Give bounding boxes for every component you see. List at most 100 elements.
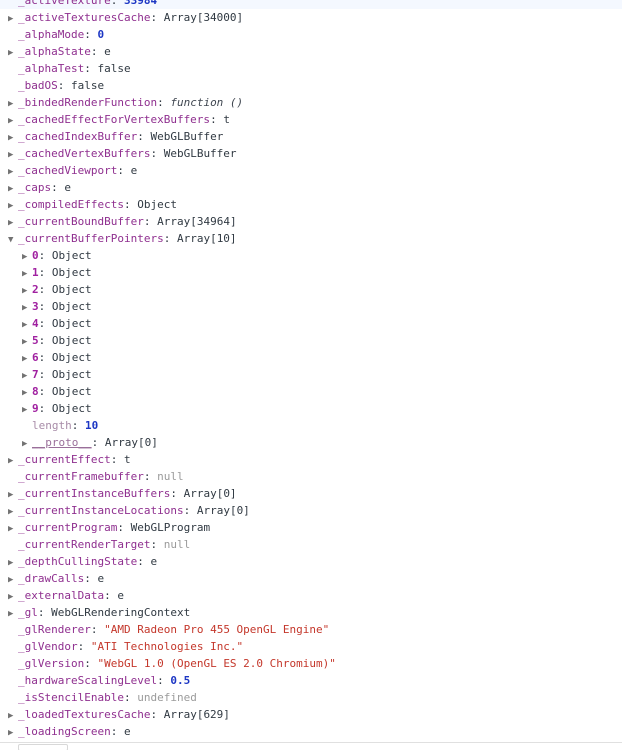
property-value[interactable]: "AMD Radeon Pro 455 OpenGL Engine" [104, 623, 329, 636]
property-value[interactable]: Array[0] [184, 487, 237, 500]
property-row[interactable]: ▶ 0: Object [0, 247, 622, 264]
property-value[interactable]: t [223, 113, 230, 126]
property-row[interactable]: ▶ _alphaState: e [0, 43, 622, 60]
property-row[interactable]: ▶ 5: Object [0, 332, 622, 349]
property-row[interactable]: ▶ 4: Object [0, 315, 622, 332]
property-value[interactable]: Object [52, 385, 92, 398]
property-key: _cachedViewport [18, 164, 118, 177]
property-row[interactable]: ▶ _currentInstanceBuffers: Array[0] [0, 485, 622, 502]
property-row[interactable]: ▶ __proto__: Array[0] [0, 434, 622, 451]
property-value[interactable]: 0.5 [170, 674, 190, 687]
property-value[interactable]: function () [170, 96, 243, 109]
property-value[interactable]: 10 [85, 419, 98, 432]
property-value[interactable]: e [117, 589, 124, 602]
horizontal-scrollbar[interactable] [0, 743, 622, 750]
property-row[interactable]: ▶ 1: Object [0, 264, 622, 281]
property-row[interactable]: ▶ 7: Object [0, 366, 622, 383]
property-value[interactable]: null [157, 470, 184, 483]
property-row[interactable]: ▶ _activeTexturesCache: Array[34000] [0, 9, 622, 26]
property-value[interactable]: Object [52, 402, 92, 415]
property-row[interactable]: ▶ _cachedIndexBuffer: WebGLBuffer [0, 128, 622, 145]
property-row[interactable]: ▶ _cachedVertexBuffers: WebGLBuffer [0, 145, 622, 162]
property-value[interactable]: Object [137, 198, 177, 211]
disclosure-triangle-expanded-icon[interactable]: ▼ [8, 232, 18, 249]
property-value[interactable]: Array[0] [197, 504, 250, 517]
property-value[interactable]: Object [52, 334, 92, 347]
property-value[interactable]: false [97, 62, 130, 75]
property-row[interactable]: ▶ _currentInstanceLocations: Array[0] [0, 502, 622, 519]
property-row[interactable]: _alphaMode: 0 [0, 26, 622, 43]
property-row[interactable]: ▶ _cachedEffectForVertexBuffers: t [0, 111, 622, 128]
property-row[interactable]: ▶ 3: Object [0, 298, 622, 315]
property-value[interactable]: Object [52, 249, 92, 262]
property-value[interactable]: Array[34000] [164, 11, 243, 24]
property-value[interactable]: e [150, 555, 157, 568]
property-row[interactable]: _glVendor: "ATI Technologies Inc." [0, 638, 622, 655]
property-value[interactable]: undefined [137, 691, 197, 704]
property-value[interactable]: Object [52, 317, 92, 330]
property-value[interactable]: Object [52, 283, 92, 296]
property-row[interactable]: _alphaTest: false [0, 60, 622, 77]
property-row[interactable]: length: 10 [0, 417, 622, 434]
property-row[interactable]: _isStencilEnable: undefined [0, 689, 622, 706]
property-value[interactable]: e [124, 725, 131, 738]
property-value[interactable]: Array[34964] [157, 215, 236, 228]
property-value[interactable]: Array[629] [164, 708, 230, 721]
property-row[interactable]: ▶ 9: Object [0, 400, 622, 417]
property-tree[interactable]: _activeTexture: 33984 ▶ _activeTexturesCac… [0, 0, 622, 740]
property-value[interactable]: Object [52, 368, 92, 381]
property-separator: : [38, 351, 52, 364]
property-separator: : [57, 79, 71, 92]
property-value[interactable]: Object [52, 351, 92, 364]
property-key: _currentEffect [18, 453, 111, 466]
property-value[interactable]: null [164, 538, 191, 551]
property-row[interactable]: _glVersion: "WebGL 1.0 (OpenGL ES 2.0 Ch… [0, 655, 622, 672]
property-value[interactable]: e [97, 572, 104, 585]
property-value[interactable]: e [104, 45, 111, 58]
property-value[interactable]: WebGLBuffer [150, 130, 223, 143]
property-value[interactable]: Object [52, 300, 92, 313]
property-value[interactable]: e [64, 181, 71, 194]
property-row[interactable]: _hardwareScalingLevel: 0.5 [0, 672, 622, 689]
property-row[interactable]: ▶ _compiledEffects: Object [0, 196, 622, 213]
property-value[interactable]: Object [52, 266, 92, 279]
property-row[interactable]: ▶ _externalData: e [0, 587, 622, 604]
property-row[interactable]: _activeTexture: 33984 [0, 0, 622, 9]
disclosure-triangle-collapsed-icon[interactable]: ▶ [8, 725, 18, 742]
property-row[interactable]: _glRenderer: "AMD Radeon Pro 455 OpenGL … [0, 621, 622, 638]
property-key: _glVendor [18, 640, 78, 653]
property-row[interactable]: ▶ _currentBoundBuffer: Array[34964] [0, 213, 622, 230]
property-row[interactable]: ▶ _loadingScreen: e [0, 723, 622, 740]
horizontal-scrollbar-thumb[interactable] [18, 744, 68, 750]
property-value[interactable]: 0 [97, 28, 104, 41]
property-row[interactable]: ▶ _cachedViewport: e [0, 162, 622, 179]
property-key: _alphaState [18, 45, 91, 58]
property-row[interactable]: ▶ _depthCullingState: e [0, 553, 622, 570]
property-value[interactable]: Array[0] [105, 436, 158, 449]
property-value[interactable]: Array[10] [177, 232, 237, 245]
property-row[interactable]: _currentRenderTarget: null [0, 536, 622, 553]
property-row[interactable]: _badOS: false [0, 77, 622, 94]
object-property-inspector[interactable]: _activeTexture: 33984 ▶ _activeTexturesCac… [0, 0, 622, 750]
property-value[interactable]: t [124, 453, 131, 466]
property-value[interactable]: "WebGL 1.0 (OpenGL ES 2.0 Chromium)" [97, 657, 335, 670]
property-row[interactable]: ▶ _bindedRenderFunction: function () [0, 94, 622, 111]
property-row[interactable]: ▶ _caps: e [0, 179, 622, 196]
property-row[interactable]: ▶ 2: Object [0, 281, 622, 298]
property-value[interactable]: WebGLRenderingContext [51, 606, 190, 619]
property-row[interactable]: _currentFramebuffer: null [0, 468, 622, 485]
property-row[interactable]: ▶ 6: Object [0, 349, 622, 366]
property-row[interactable]: ▼ _currentBufferPointers: Array[10] [0, 230, 622, 247]
property-value[interactable]: WebGLBuffer [164, 147, 237, 160]
property-value[interactable]: WebGLProgram [131, 521, 210, 534]
property-value[interactable]: e [131, 164, 138, 177]
property-row[interactable]: ▶ _loadedTexturesCache: Array[629] [0, 706, 622, 723]
property-row[interactable]: ▶ 8: Object [0, 383, 622, 400]
property-value[interactable]: "ATI Technologies Inc." [91, 640, 243, 653]
property-value[interactable]: 33984 [124, 0, 157, 7]
property-row[interactable]: ▶ _gl: WebGLRenderingContext [0, 604, 622, 621]
property-value[interactable]: false [71, 79, 104, 92]
property-row[interactable]: ▶ _currentProgram: WebGLProgram [0, 519, 622, 536]
property-row[interactable]: ▶ _currentEffect: t [0, 451, 622, 468]
property-row[interactable]: ▶ _drawCalls: e [0, 570, 622, 587]
